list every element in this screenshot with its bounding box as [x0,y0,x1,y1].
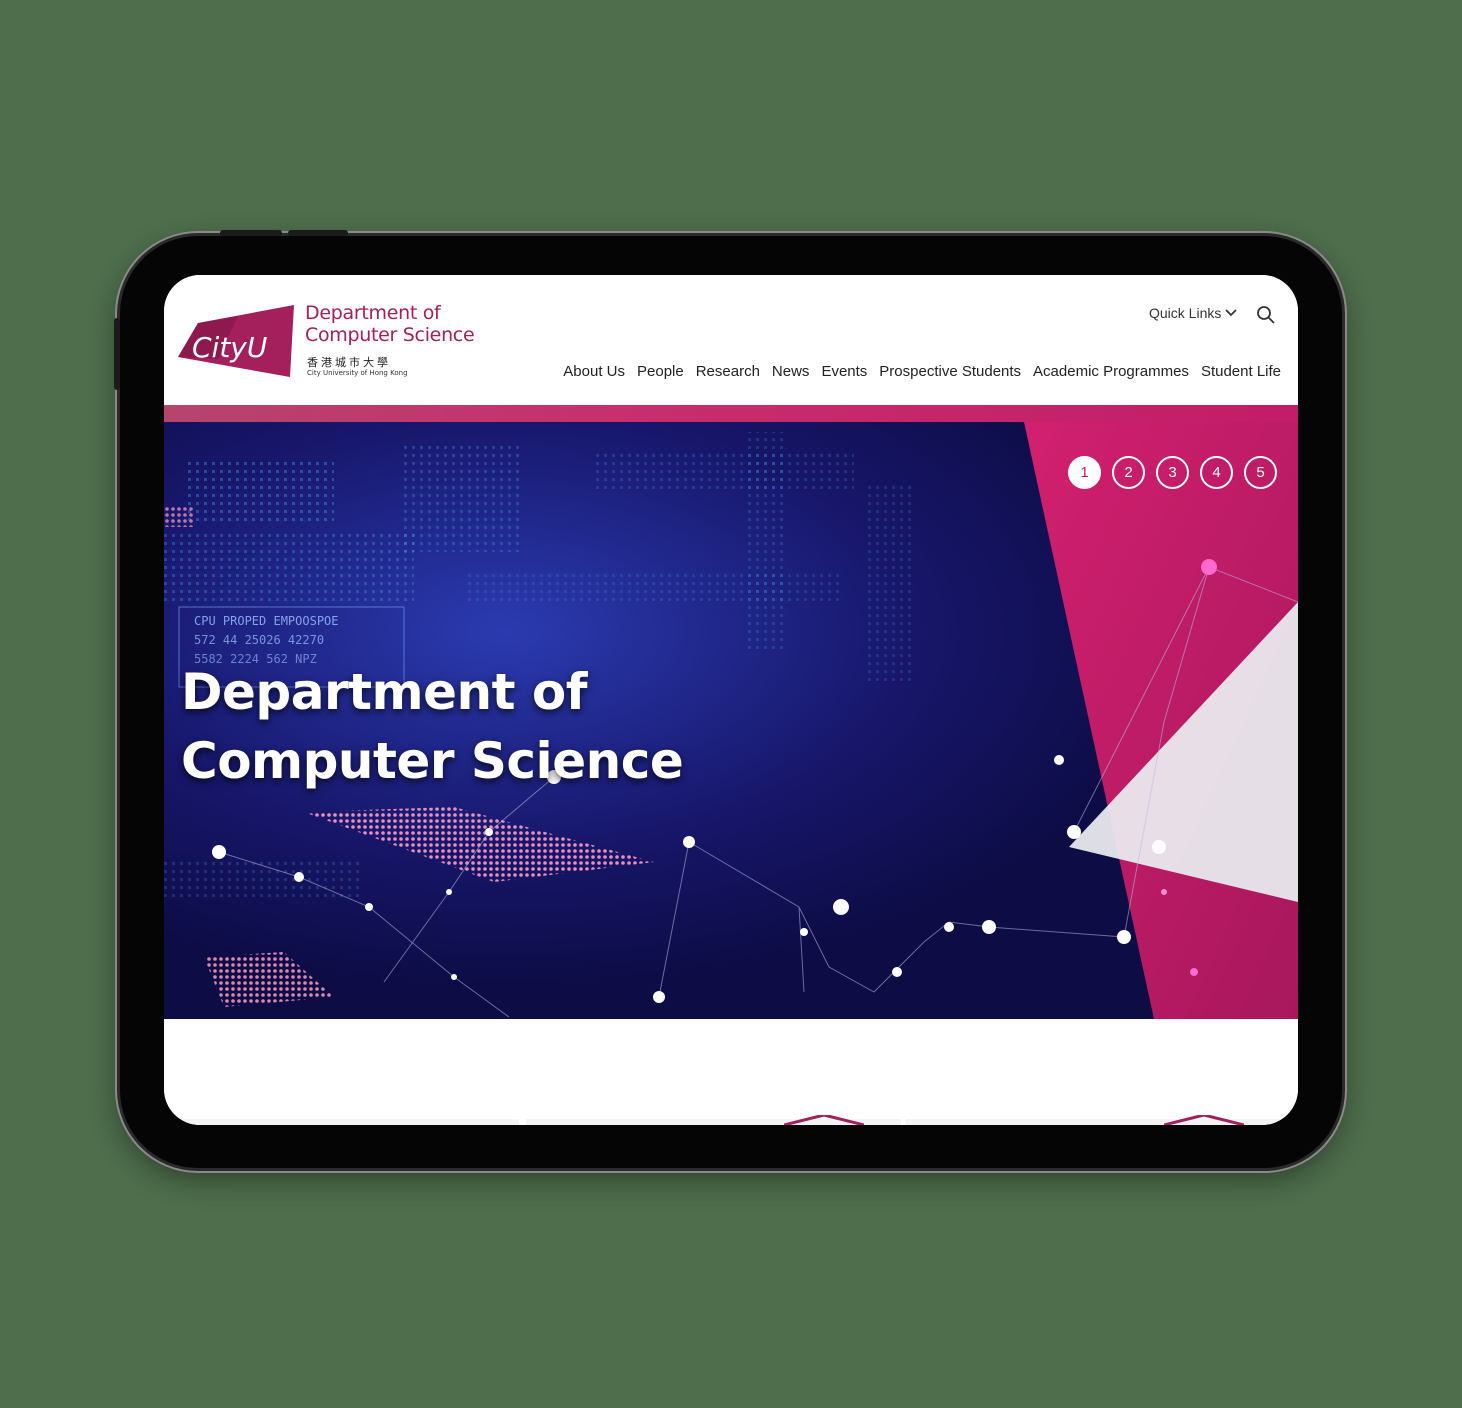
quick-links-dropdown[interactable]: Quick Links [1149,305,1237,321]
chinese-university-name: 香港城市大學 [307,356,391,369]
slide-dot-5[interactable]: 5 [1244,456,1277,489]
tablet-screen: CityU Department of Computer Science 香港城… [164,275,1298,1125]
slide-dot-3[interactable]: 3 [1156,456,1189,489]
cityu-logo[interactable]: CityU [178,301,298,379]
content-section [164,1019,1298,1125]
hero-title-line1: Department of [181,663,588,721]
slide-dot-4[interactable]: 4 [1200,456,1233,489]
nav-item-about-us[interactable]: About Us [563,363,625,380]
power-button [114,318,120,390]
nav-item-people[interactable]: People [637,363,684,380]
nav-item-research[interactable]: Research [696,363,760,380]
slide-dot-1[interactable]: 1 [1068,456,1101,489]
card-ribbon-icon [1164,1115,1244,1125]
hero-title-line2: Computer Science [181,732,684,790]
volume-up-button [220,230,282,236]
search-icon[interactable] [1256,305,1276,325]
card-ribbon-icon [784,1115,864,1125]
department-title[interactable]: Department of Computer Science [305,302,475,346]
header-accent-bar [164,405,1298,422]
department-title-line1: Department of [305,302,441,324]
card-top-edge-1 [184,1119,519,1125]
nav-item-events[interactable]: Events [821,363,867,380]
svg-text:572 44 25026 42270: 572 44 25026 42270 [194,633,324,647]
quick-links-label: Quick Links [1149,305,1222,321]
nav-item-news[interactable]: News [772,363,810,380]
slide-pagination: 1 2 3 4 5 [1068,456,1277,489]
svg-text:CPU PROPED EMPOOSPOE: CPU PROPED EMPOOSPOE [194,614,339,628]
svg-text:CityU: CityU [192,331,267,364]
volume-down-button [288,230,348,236]
nav-item-prospective-students[interactable]: Prospective Students [879,363,1021,380]
english-university-name: City University of Hong Kong [307,369,408,377]
chevron-down-icon [1225,309,1237,317]
site-header: CityU Department of Computer Science 香港城… [164,275,1298,405]
slide-dot-2[interactable]: 2 [1112,456,1145,489]
hero-title: Department of Computer Science [181,658,684,796]
main-nav: About Us People Research News Events Pro… [563,363,1281,380]
department-title-line2: Computer Science [305,324,475,346]
nav-item-student-life[interactable]: Student Life [1201,363,1281,380]
hero-banner: CPU PROPED EMPOOSPOE 572 44 25026 42270 … [164,422,1298,1019]
nav-item-academic-programmes[interactable]: Academic Programmes [1033,363,1189,380]
